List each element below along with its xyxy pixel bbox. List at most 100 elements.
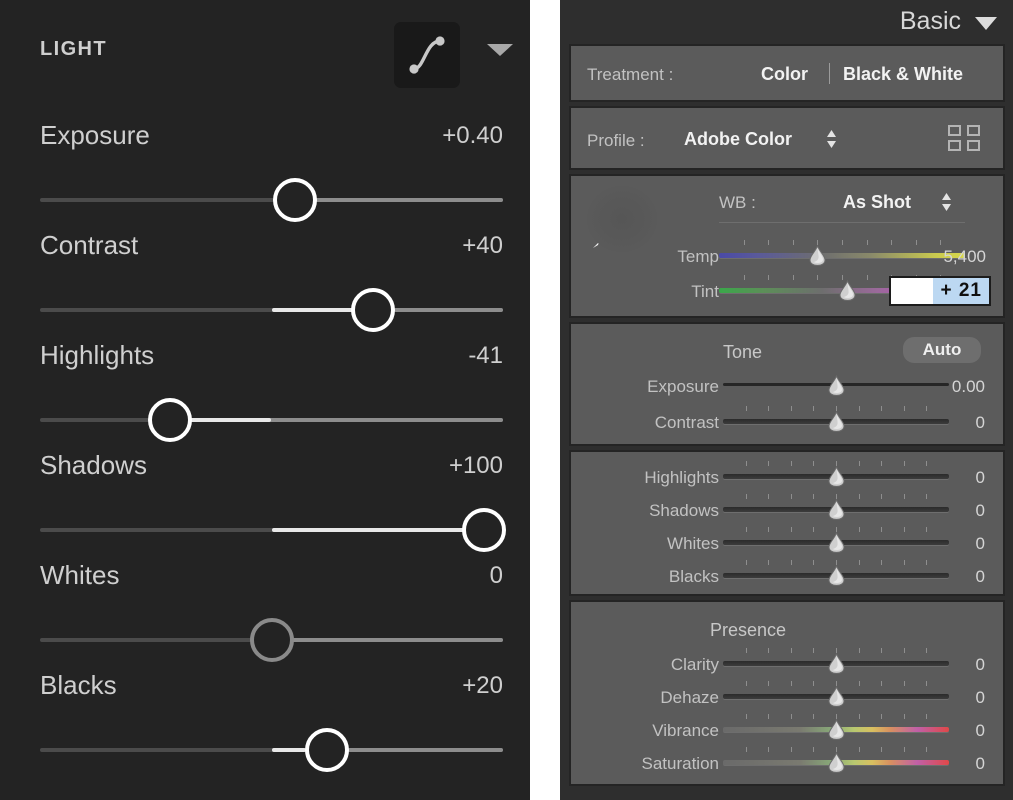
treatment-option-black-and-white[interactable]: Black & White xyxy=(843,64,963,85)
tone-curve-icon[interactable] xyxy=(394,22,460,88)
screenshot-root: LIGHT Exposure +0.40 Contrast +40 Highlights… xyxy=(0,0,1013,800)
slider-label: Dehaze xyxy=(660,688,719,707)
slider-value[interactable]: 0 xyxy=(861,655,985,675)
slider-label: Contrast xyxy=(40,230,139,260)
up-down-stepper-icon[interactable] xyxy=(941,192,952,212)
wb-value[interactable]: As Shot xyxy=(843,192,911,213)
slider-value[interactable]: 0 xyxy=(861,754,985,774)
slider-track-remainder xyxy=(347,748,503,752)
profile-section: Profile : Adobe Color xyxy=(569,106,1005,170)
slider-handle[interactable] xyxy=(827,531,846,553)
tint-value-selected-text[interactable]: + 21 xyxy=(933,278,989,304)
slider-label: Blacks xyxy=(40,670,117,700)
light-slider-blacks[interactable]: Blacks +20 xyxy=(0,670,530,775)
slider-value[interactable]: +100 xyxy=(449,452,503,480)
slider-handle[interactable] xyxy=(827,410,846,432)
slider-track[interactable] xyxy=(40,178,503,222)
profile-label: Profile : xyxy=(587,131,645,150)
treatment-section: Treatment : Color Black & White xyxy=(569,44,1005,102)
tone-heading: Tone xyxy=(723,342,763,362)
slider-value[interactable]: +40 xyxy=(462,232,503,260)
slider-label: Shadows xyxy=(40,450,147,480)
slider-label: Highlights xyxy=(40,340,155,370)
slider-handle[interactable] xyxy=(249,618,294,662)
slider-value[interactable]: -41 xyxy=(468,342,503,370)
slider-fill xyxy=(271,308,353,312)
slider-label: Contrast xyxy=(654,413,719,432)
panel-title: Basic xyxy=(899,7,961,35)
tint-value-input[interactable]: + 21 xyxy=(889,276,991,306)
treatment-label: Treatment : xyxy=(587,65,674,84)
slider-track[interactable] xyxy=(40,398,503,442)
tone-detail-section: Highlights 0 Shadows 0 Whites 0 Blacks 0 xyxy=(569,450,1005,596)
light-slider-shadows[interactable]: Shadows +100 xyxy=(0,450,530,555)
tone-section: Tone Auto Exposure 0.00 Contrast 0 xyxy=(569,322,1005,446)
slider-track[interactable] xyxy=(40,288,503,332)
slider-fill xyxy=(271,528,464,532)
slider-label: Vibrance xyxy=(652,721,719,740)
slider-fill xyxy=(190,418,272,422)
slider-handle[interactable] xyxy=(462,508,507,552)
slider-value[interactable]: +20 xyxy=(462,672,503,700)
slider-handle[interactable] xyxy=(827,685,846,707)
slider-handle[interactable] xyxy=(305,728,350,772)
slider-value[interactable]: 0 xyxy=(490,562,503,590)
chevron-down-icon[interactable] xyxy=(487,44,513,56)
slider-track[interactable] xyxy=(40,618,503,662)
profile-value[interactable]: Adobe Color xyxy=(684,129,792,150)
slider-handle[interactable] xyxy=(827,751,846,773)
slider-track-remainder xyxy=(315,198,503,202)
slider-handle[interactable] xyxy=(808,244,827,266)
light-slider-whites[interactable]: Whites 0 xyxy=(0,560,530,665)
eyedropper-recess xyxy=(587,186,657,252)
slider-handle[interactable] xyxy=(827,465,846,487)
slider-label: Highlights xyxy=(644,468,719,487)
slider-label: Temp xyxy=(677,247,719,266)
slider-value[interactable]: 0.00 xyxy=(861,377,985,397)
slider-value[interactable]: 0 xyxy=(861,534,985,554)
slider-value[interactable]: +0.40 xyxy=(442,122,503,150)
slider-handle[interactable] xyxy=(827,374,846,396)
up-down-stepper-icon[interactable] xyxy=(826,129,837,149)
presence-section: Presence Clarity 0 Dehaze 0 Vibrance 0 Saturat… xyxy=(569,600,1005,786)
slider-value[interactable]: 0 xyxy=(861,413,985,433)
slider-handle[interactable] xyxy=(147,398,192,442)
slider-label: Shadows xyxy=(649,501,719,520)
slider-handle[interactable] xyxy=(272,178,317,222)
basic-panel-header[interactable]: Basic xyxy=(560,0,1013,46)
slider-value[interactable]: 0 xyxy=(861,688,985,708)
slider-handle[interactable] xyxy=(351,288,396,332)
slider-label: Saturation xyxy=(641,754,720,773)
slider-value[interactable]: 5,400 xyxy=(871,247,986,267)
slider-track-remainder xyxy=(394,308,503,312)
slider-tick-marks xyxy=(719,240,965,245)
slider-track[interactable] xyxy=(40,728,503,772)
wb-label: WB : xyxy=(719,193,756,212)
slider-handle[interactable] xyxy=(827,652,846,674)
light-slider-exposure[interactable]: Exposure +0.40 xyxy=(0,120,530,225)
presence-heading: Presence xyxy=(710,620,787,640)
slider-value[interactable]: 0 xyxy=(861,501,985,521)
slider-label: Whites xyxy=(40,560,120,590)
slider-value[interactable]: 0 xyxy=(861,721,985,741)
slider-handle[interactable] xyxy=(827,498,846,520)
slider-track[interactable] xyxy=(40,508,507,552)
light-panel-header: LIGHT xyxy=(0,0,530,100)
chevron-down-icon[interactable] xyxy=(975,17,997,30)
slider-value[interactable]: 0 xyxy=(861,468,985,488)
slider-handle[interactable] xyxy=(838,279,857,301)
light-slider-highlights[interactable]: Highlights -41 xyxy=(0,340,530,445)
white-balance-section: WB : As Shot Temp 5,400 Tint + 21 xyxy=(569,174,1005,318)
slider-label: Clarity xyxy=(670,655,719,674)
slider-value[interactable]: 0 xyxy=(861,567,985,587)
slider-handle[interactable] xyxy=(827,564,846,586)
treatment-option-color[interactable]: Color xyxy=(761,64,808,85)
light-panel: LIGHT Exposure +0.40 Contrast +40 Highlights… xyxy=(0,0,530,800)
light-slider-contrast[interactable]: Contrast +40 xyxy=(0,230,530,335)
auto-button[interactable]: Auto xyxy=(903,337,981,363)
slider-label: Exposure xyxy=(647,377,719,396)
profile-grid-icon[interactable] xyxy=(948,125,980,153)
slider-label: Blacks xyxy=(668,567,719,586)
slider-handle[interactable] xyxy=(827,718,846,740)
divider xyxy=(719,222,965,223)
